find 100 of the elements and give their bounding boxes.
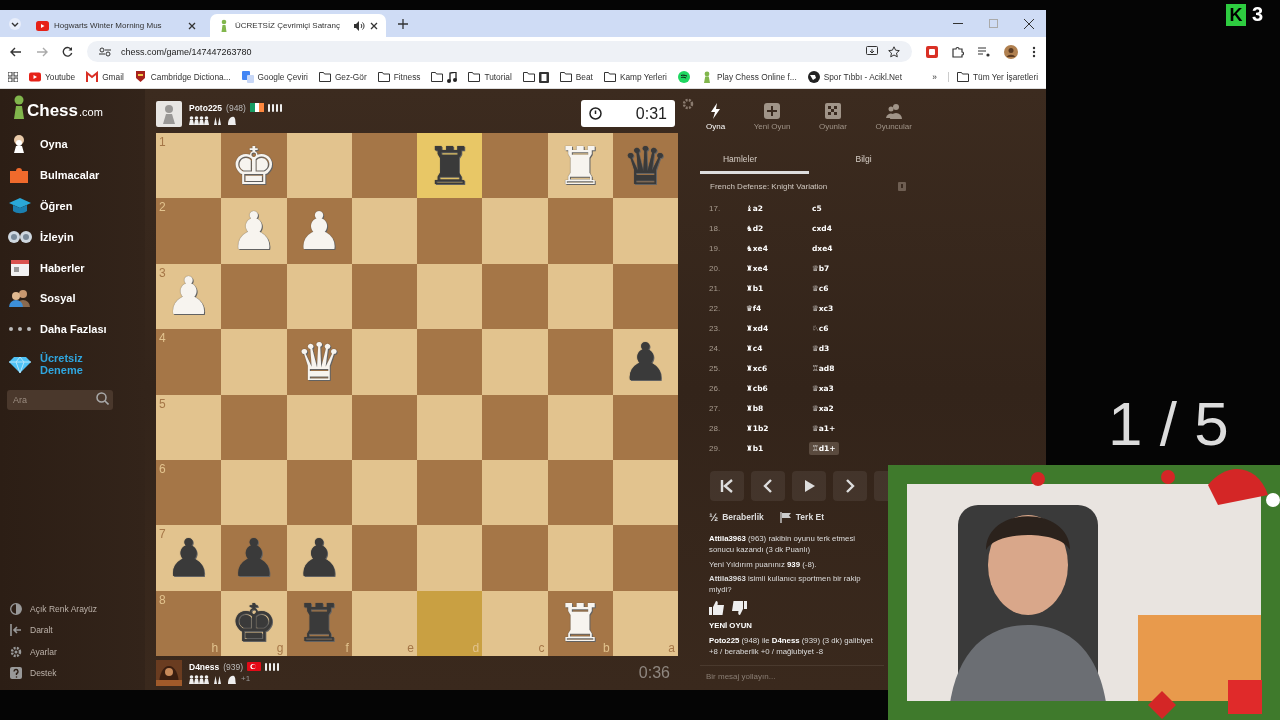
board-square[interactable]: ♚ xyxy=(221,133,287,199)
sidebar-item[interactable]: Öğren xyxy=(0,190,145,222)
play-button[interactable] xyxy=(792,471,826,501)
bookmark[interactable]: Gmail xyxy=(86,71,124,83)
sidebar-item[interactable]: Daha Fazlası xyxy=(0,313,145,345)
board-square[interactable] xyxy=(612,263,678,330)
bookmark[interactable] xyxy=(522,71,549,83)
panel-tab[interactable]: Hamleler xyxy=(700,147,809,174)
board-square[interactable] xyxy=(286,394,352,460)
sidebar-footer-item[interactable]: Ayarlar xyxy=(0,641,145,663)
board-square[interactable] xyxy=(221,263,287,330)
board-square[interactable] xyxy=(417,263,483,330)
board-square[interactable]: ♛ xyxy=(286,329,352,395)
board-square[interactable] xyxy=(547,263,613,330)
board-square[interactable] xyxy=(417,459,483,526)
bookmark[interactable]: Tüm Yer İşaretleri xyxy=(947,72,1038,82)
sidebar-item[interactable]: Bulmacalar xyxy=(0,159,145,191)
bookmark[interactable]: Youtube xyxy=(29,71,76,83)
address-bar[interactable]: chess.com/game/147447263780 xyxy=(87,41,912,62)
bookmark[interactable]: Cambridge Dictiona... xyxy=(134,71,231,83)
bookmark[interactable] xyxy=(677,71,690,83)
bookmark[interactable]: Kamp Yerleri xyxy=(603,71,667,83)
profile-avatar-icon[interactable] xyxy=(1004,44,1018,59)
board-square[interactable]: ♟ xyxy=(612,329,678,395)
chess-piece[interactable]: ♛ xyxy=(295,335,343,388)
sidebar-item[interactable]: Ücretsiz Deneme xyxy=(0,344,98,383)
search-icon[interactable] xyxy=(96,392,109,406)
sidebar-footer-item[interactable]: Daralt xyxy=(0,619,145,641)
bookmark-star-icon[interactable] xyxy=(888,45,900,58)
settings-icon[interactable] xyxy=(682,98,694,110)
chess-piece[interactable]: ♜ xyxy=(556,597,604,650)
board-square[interactable]: ♟ xyxy=(286,525,352,591)
close-tab-icon[interactable] xyxy=(370,21,378,30)
board-square[interactable] xyxy=(547,459,613,526)
book-icon[interactable] xyxy=(898,181,906,191)
chess-piece[interactable]: ♚ xyxy=(230,139,278,192)
sidebar-item[interactable]: Sosyal xyxy=(0,283,145,314)
panel-tab[interactable]: Oyna xyxy=(706,103,726,141)
board-square[interactable]: ♜ xyxy=(417,133,483,199)
apps-icon[interactable] xyxy=(8,72,18,82)
bookmark[interactable]: Fitness xyxy=(377,71,421,83)
back-icon[interactable] xyxy=(10,46,22,57)
board-square[interactable] xyxy=(482,459,548,526)
bookmark[interactable]: Tutorial xyxy=(468,71,512,83)
board-square[interactable] xyxy=(351,263,417,330)
board-square[interactable] xyxy=(286,133,352,199)
board-square[interactable]: ♟ xyxy=(286,198,352,264)
panel-tab[interactable]: Yeni Oyun xyxy=(753,103,791,141)
sidebar-footer-item[interactable]: Destek xyxy=(0,662,145,684)
game-action[interactable]: Terk Et xyxy=(779,511,824,523)
browser-tab[interactable]: Hogwarts Winter Morning Mus xyxy=(28,14,204,37)
close-icon[interactable] xyxy=(1024,18,1034,29)
sidebar-item[interactable]: İzleyin xyxy=(0,221,145,253)
sidebar-footer-item[interactable]: Açık Renk Arayüz xyxy=(0,598,145,620)
board-square[interactable] xyxy=(286,263,352,330)
chess-piece[interactable]: ♟ xyxy=(622,335,669,388)
previous-move-button[interactable] xyxy=(751,471,785,501)
pawn-avatar-icon[interactable] xyxy=(156,100,182,127)
minimize-icon[interactable] xyxy=(953,22,963,25)
browser-tab[interactable]: ÜCRETSİZ Çevrimiçi Satranç xyxy=(210,14,386,37)
chess-logo[interactable]: Chess.com xyxy=(12,95,103,119)
board-square[interactable] xyxy=(351,394,417,460)
panel-tab[interactable]: Oyunlar xyxy=(818,103,847,141)
bookmark[interactable]: Gez-Gör xyxy=(318,71,367,83)
menu-icon[interactable] xyxy=(1032,45,1036,58)
chess-piece[interactable]: ♚ xyxy=(230,597,278,650)
thumbs-up-icon[interactable] xyxy=(709,601,725,616)
chess-piece[interactable]: ♟ xyxy=(295,205,343,258)
more-bookmarks-button[interactable]: » xyxy=(932,72,937,82)
message-input[interactable]: Bir mesaj yollayın... xyxy=(700,666,884,686)
tab-search-icon[interactable] xyxy=(8,16,22,31)
new-tab-icon[interactable] xyxy=(398,18,408,29)
panel-tab[interactable]: Bilgi xyxy=(809,147,918,174)
chess-piece[interactable]: ♟ xyxy=(295,532,343,585)
board-square[interactable] xyxy=(351,133,417,199)
sidebar-item[interactable]: Haberler xyxy=(0,252,145,283)
player-name[interactable]: D4ness xyxy=(189,661,220,672)
search-field[interactable]: Ara xyxy=(7,389,113,410)
site-info-icon[interactable] xyxy=(99,46,111,57)
bookmark[interactable] xyxy=(431,71,458,83)
board-square[interactable] xyxy=(351,459,417,526)
first-move-button[interactable] xyxy=(710,471,744,501)
bookmark[interactable]: Play Chess Online f... xyxy=(700,71,797,83)
board-square[interactable] xyxy=(417,394,483,460)
bookmark[interactable]: Beat xyxy=(559,71,593,83)
board-square[interactable] xyxy=(221,459,287,526)
extensions-icon[interactable] xyxy=(952,45,964,58)
game-action[interactable]: ½ Beraberlik xyxy=(709,511,764,523)
maximize-icon[interactable] xyxy=(989,19,998,28)
media-icon[interactable] xyxy=(978,46,990,57)
board-square[interactable] xyxy=(286,459,352,526)
bookmark[interactable]: Google Çeviri xyxy=(241,71,308,83)
panel-tab[interactable]: Oyuncular xyxy=(875,103,912,141)
close-tab-icon[interactable] xyxy=(188,21,196,30)
reload-icon[interactable] xyxy=(62,46,73,57)
board-square[interactable] xyxy=(612,394,678,460)
sidebar-item[interactable]: Oyna xyxy=(0,129,145,160)
forward-icon[interactable] xyxy=(36,46,48,57)
player-name[interactable]: Poto225 xyxy=(189,102,223,113)
chess-piece[interactable]: ♟ xyxy=(165,532,212,585)
